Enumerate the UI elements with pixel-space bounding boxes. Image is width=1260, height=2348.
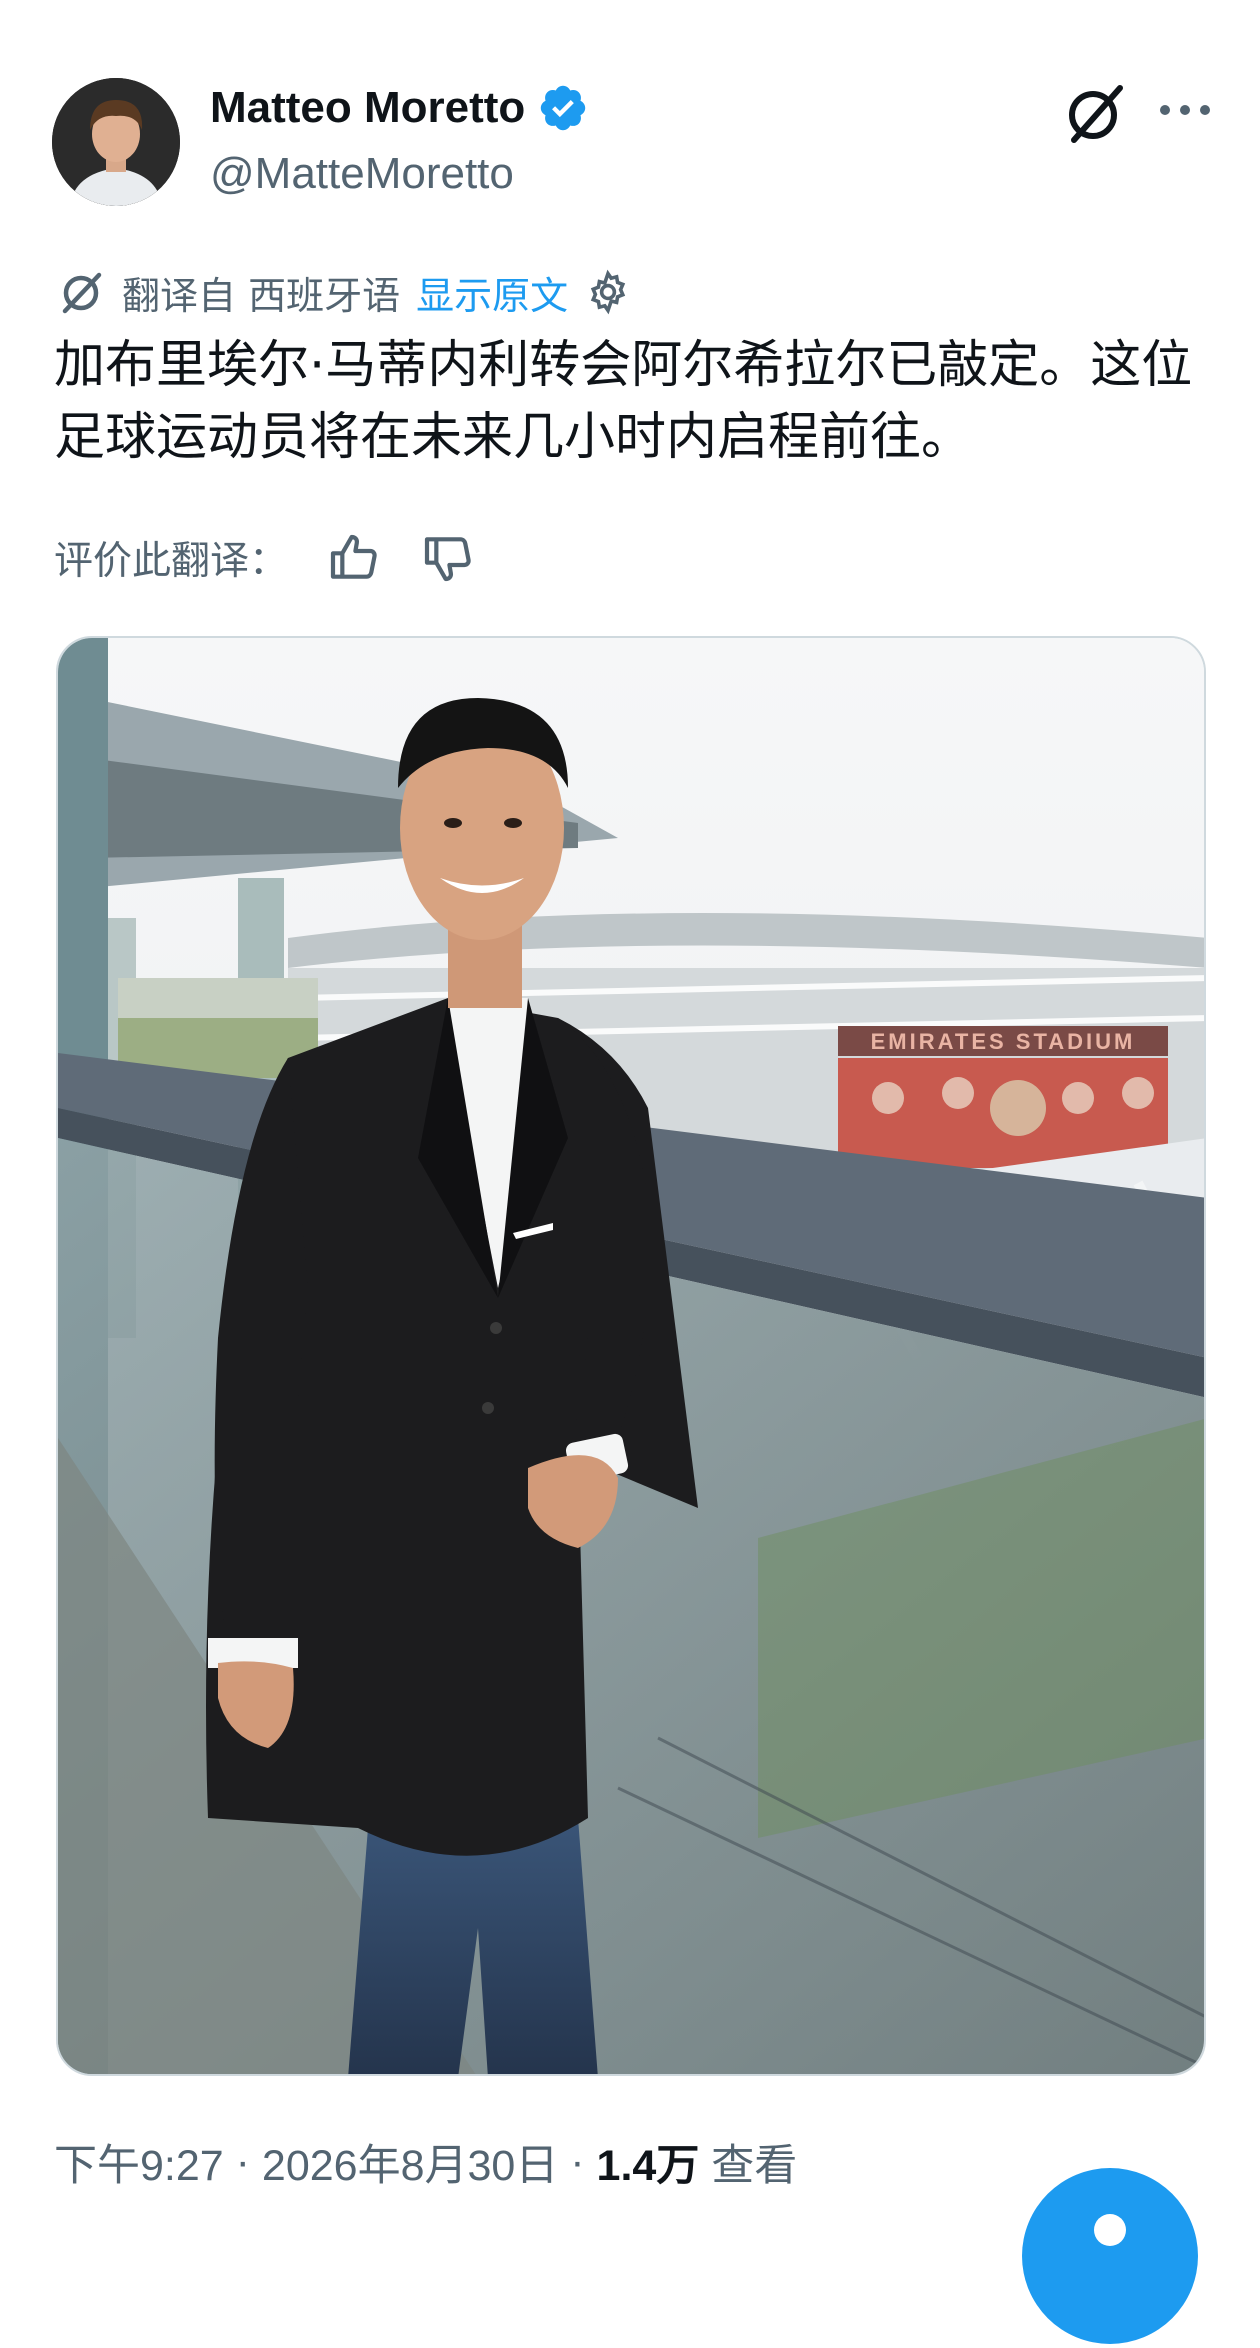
views-label: 查看 [711, 2142, 798, 2190]
separator-dot: · [223, 2137, 262, 2186]
tweet-meta: 下午9:27 · 2026年8月30日 · 1.4万 查看 [54, 2130, 797, 2194]
translation-source: 翻译自 西班牙语 [122, 273, 401, 318]
verified-badge-icon [541, 85, 586, 131]
thumbs-down-icon[interactable] [420, 530, 476, 586]
tweet-photo[interactable]: EMIRATES STADIUM [56, 636, 1206, 2076]
author-name[interactable]: Matteo Moretto [210, 80, 589, 136]
author-name-text: Matteo Moretto [210, 83, 526, 132]
thumbs-up-icon[interactable] [326, 530, 382, 586]
stadium-sign: EMIRATES STADIUM [871, 1029, 1136, 1054]
translation-info: 翻译自 西班牙语 显示原文 [56, 262, 632, 322]
tweet-text: 加布里埃尔·马蒂内利转会阿尔希拉尔已敲定。这位足球运动员将在未来几小时内启程前往… [54, 336, 1193, 467]
rate-translation: 评价此翻译： [54, 528, 476, 588]
more-icon[interactable] [1150, 78, 1220, 148]
rate-label: 评价此翻译： [54, 539, 289, 584]
author-avatar[interactable] [52, 78, 180, 206]
grok-icon[interactable] [1060, 78, 1130, 148]
author-handle[interactable]: @MatteMoretto [210, 146, 514, 202]
gear-icon[interactable] [584, 268, 632, 316]
tweet-date[interactable]: 2026年8月30日 [262, 2131, 558, 2193]
separator-dot: · [558, 2137, 597, 2186]
views-count: 1.4万 [596, 2142, 700, 2190]
translate-icon [62, 272, 102, 314]
compose-button[interactable] [1022, 2168, 1198, 2344]
tweet-time[interactable]: 下午9:27 [54, 2131, 224, 2193]
compose-icon [1094, 2214, 1126, 2246]
show-original-link[interactable]: 显示原文 [416, 265, 568, 320]
views-spacer [699, 2138, 711, 2187]
